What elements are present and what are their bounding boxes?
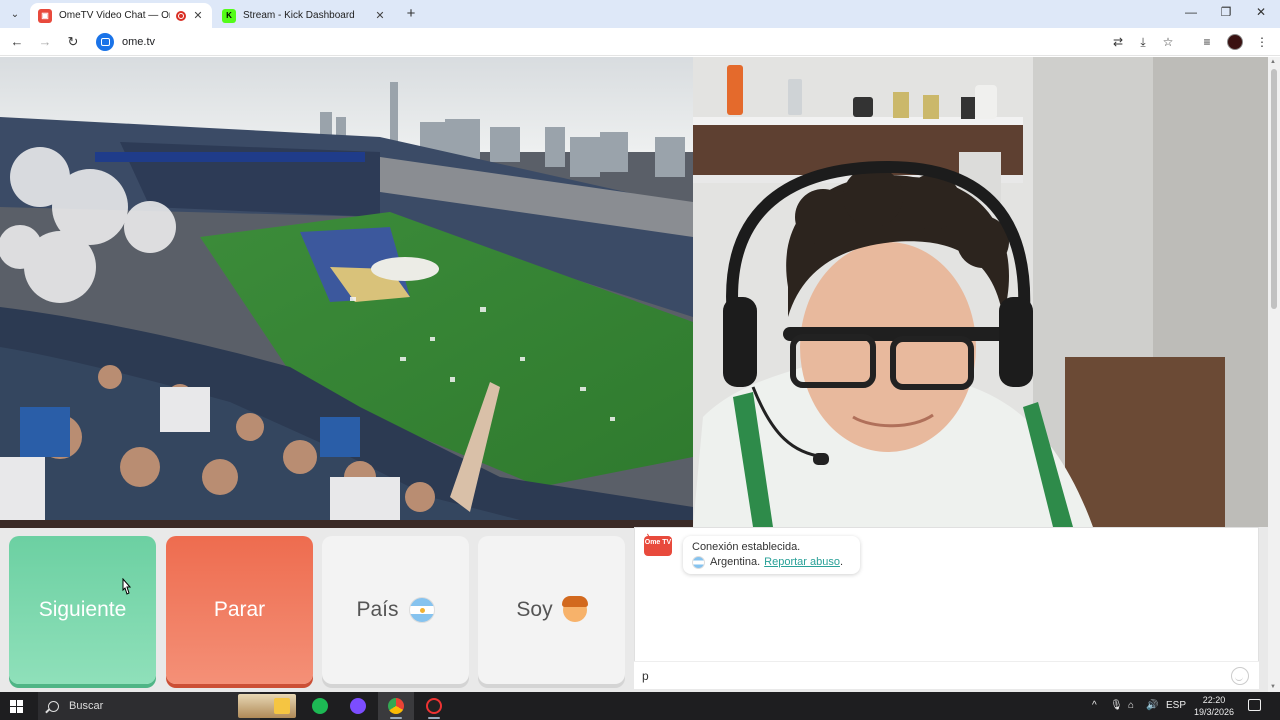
- clock-time: 22:20: [1202, 695, 1226, 705]
- page-scrollbar[interactable]: ▲ ▼: [1268, 57, 1280, 692]
- tab-kick-dashboard[interactable]: K Stream - Kick Dashboard ✕: [214, 3, 394, 28]
- close-window-icon[interactable]: ✕: [1246, 5, 1276, 19]
- stop-button[interactable]: Parar: [166, 536, 313, 684]
- close-tab-icon[interactable]: ✕: [192, 9, 204, 22]
- stranger-video: [0, 57, 693, 520]
- ometv-favicon-icon: ▣: [38, 8, 52, 23]
- restore-icon[interactable]: ❐: [1211, 5, 1241, 19]
- browser-toolbar: ← → ↻ ome.tv ⇄ ⤓ ☆ ≡ ⋮: [0, 28, 1280, 56]
- ometv-logo: Ome TV: [644, 536, 672, 556]
- back-arrow-icon[interactable]: ←: [8, 33, 26, 51]
- recording-indicator-icon: [176, 10, 186, 21]
- video-bottom-edge: [0, 520, 693, 528]
- next-button[interactable]: Siguiente: [9, 536, 156, 684]
- stadium-video-frame: [0, 57, 693, 520]
- taskbar-search-box[interactable]: Buscar: [38, 692, 296, 720]
- browser-tab-strip: ⌄ ▣ OmeTV Video Chat — Ome ✕ K Stream - …: [0, 0, 1280, 28]
- discord-icon[interactable]: [340, 692, 376, 720]
- site-info-icon[interactable]: [96, 33, 114, 51]
- ometv-page: Siguiente Parar País Soy Ome TV Conexión…: [0, 57, 1268, 692]
- file-explorer-icon[interactable]: [264, 692, 300, 720]
- chrome-icon[interactable]: [378, 692, 414, 720]
- kick-favicon-icon: K: [222, 8, 236, 23]
- report-abuse-link[interactable]: Reportar abuso: [764, 555, 840, 570]
- browser-menu-icon[interactable]: ⋮: [1254, 34, 1270, 50]
- system-message: Conexión establecida. Argentina. Reporta…: [683, 536, 860, 574]
- forward-arrow-icon[interactable]: →: [36, 33, 54, 51]
- notification-center-icon[interactable]: [1248, 699, 1261, 711]
- profile-avatar[interactable]: [1227, 34, 1243, 50]
- self-webcam-video: [693, 57, 1268, 527]
- tab-title: Stream - Kick Dashboard: [243, 10, 355, 21]
- stop-button-label: Parar: [213, 598, 266, 621]
- country-select-button[interactable]: País: [322, 536, 469, 684]
- microphone-icon[interactable]: 🎙: [1110, 700, 1123, 711]
- volume-icon[interactable]: 🔊: [1146, 700, 1158, 711]
- next-button-label: Siguiente: [38, 598, 127, 621]
- close-tab-icon[interactable]: ✕: [374, 9, 386, 22]
- spotify-icon[interactable]: [302, 692, 338, 720]
- chat-input-row: [634, 661, 1259, 689]
- connection-status-text: Conexión establecida.: [692, 541, 801, 553]
- install-app-icon[interactable]: ⤓: [1135, 34, 1151, 50]
- tab-search-chevron-icon[interactable]: ⌄: [6, 5, 24, 23]
- mouse-cursor-icon: [122, 578, 132, 595]
- boy-icon: [561, 596, 588, 622]
- stranger-country-text: Argentina.: [710, 556, 761, 568]
- search-icon: [48, 700, 59, 712]
- bookmark-star-icon[interactable]: ☆: [1160, 34, 1176, 50]
- screen-recorder-icon[interactable]: [416, 692, 452, 720]
- argentina-flag-icon: [408, 597, 435, 623]
- argentina-flag-icon: [692, 556, 705, 569]
- tab-title: OmeTV Video Chat — Ome: [59, 10, 170, 21]
- minimize-icon[interactable]: —: [1176, 5, 1206, 19]
- reload-icon[interactable]: ↻: [64, 33, 82, 51]
- clock-date: 19/3/2026: [1193, 707, 1235, 717]
- scrollbar-thumb[interactable]: [1271, 69, 1277, 309]
- country-button-label: País: [356, 598, 399, 621]
- url-text: ome.tv: [122, 36, 156, 48]
- search-placeholder: Buscar: [69, 700, 104, 712]
- media-controls-icon[interactable]: ≡: [1199, 34, 1215, 50]
- scroll-up-arrow-icon[interactable]: ▲: [1270, 59, 1276, 65]
- language-indicator[interactable]: ESP: [1166, 700, 1186, 711]
- new-tab-button[interactable]: +: [402, 5, 420, 23]
- scroll-down-arrow-icon[interactable]: ▼: [1270, 684, 1276, 690]
- taskbar-clock[interactable]: 22:20 19/3/2026: [1188, 694, 1240, 718]
- chat-logo-text: Ome TV: [644, 539, 672, 546]
- windows-taskbar: Buscar ^ 🎙 ⌂ 🔊 ESP 22:20 19/3/2026: [0, 692, 1280, 720]
- chat-message-input[interactable]: [642, 667, 1222, 685]
- emoji-smiley-icon[interactable]: [1231, 667, 1249, 685]
- tab-ometv[interactable]: ▣ OmeTV Video Chat — Ome ✕: [30, 3, 212, 28]
- report-suffix: .: [839, 556, 844, 568]
- gender-button-label: Soy: [516, 598, 553, 621]
- network-icon[interactable]: ⌂: [1128, 700, 1134, 711]
- windows-start-icon[interactable]: [10, 700, 23, 713]
- show-hidden-icons-chevron-icon[interactable]: ^: [1092, 700, 1097, 711]
- address-bar[interactable]: ome.tv: [92, 31, 1100, 53]
- translate-icon[interactable]: ⇄: [1110, 34, 1126, 50]
- webcam-video-frame: [693, 57, 1268, 527]
- gender-select-button[interactable]: Soy: [478, 536, 625, 684]
